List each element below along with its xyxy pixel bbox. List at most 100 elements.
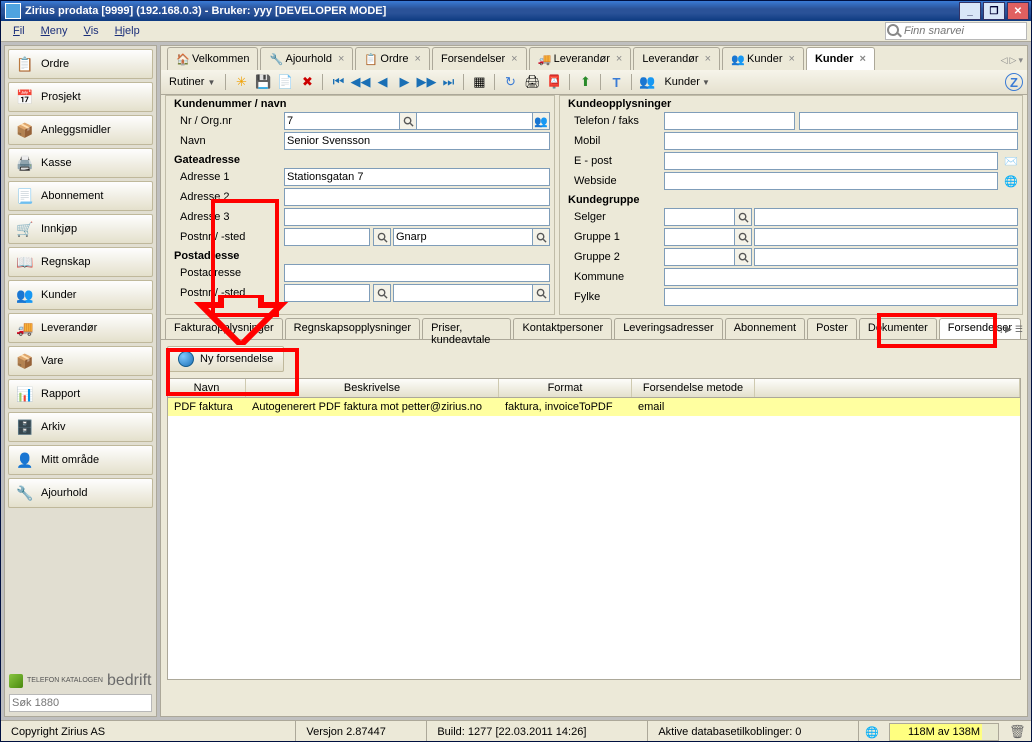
- menu-vis[interactable]: Vis: [76, 23, 107, 39]
- lookup-poststed-icon[interactable]: [532, 228, 550, 246]
- tab-kunder-7[interactable]: Kunder×: [806, 47, 875, 70]
- toolbar-help-icon[interactable]: Z: [1005, 73, 1023, 91]
- input-poststed[interactable]: [396, 229, 530, 245]
- tab-next-icon[interactable]: ▷: [1010, 55, 1017, 66]
- globe-icon[interactable]: 🌐: [1004, 175, 1018, 188]
- input-g2[interactable]: [667, 249, 732, 265]
- minimize-button[interactable]: _: [959, 2, 981, 20]
- input-postnr[interactable]: [287, 229, 367, 245]
- subtab-prev-icon[interactable]: ◁: [995, 324, 1002, 335]
- input-fylke[interactable]: [667, 289, 1015, 305]
- sidebar-item-abonnement[interactable]: 📃Abonnement: [8, 181, 153, 211]
- lookup-nr-icon[interactable]: [399, 112, 417, 130]
- sidebar-item-ordre[interactable]: 📋Ordre: [8, 49, 153, 79]
- toolbar-next-icon[interactable]: ▶▶: [417, 73, 435, 91]
- menu-fil[interactable]: Fil: [5, 23, 33, 39]
- tab-ajourhold-1[interactable]: 🔧Ajourhold×: [260, 47, 353, 70]
- toolbar-first-icon[interactable]: ⏮: [329, 73, 347, 91]
- input-navn[interactable]: [287, 133, 547, 149]
- sidebar-item-ajourhold[interactable]: 🔧Ajourhold: [8, 478, 153, 508]
- sidebar-item-leverandør[interactable]: 🚚Leverandør: [8, 313, 153, 343]
- input-kommune[interactable]: [667, 269, 1015, 285]
- sidebar-item-mitt-område[interactable]: 👤Mitt område: [8, 445, 153, 475]
- input-g1-name[interactable]: [757, 229, 1015, 245]
- table-header[interactable]: Format: [499, 379, 632, 397]
- subtab-kontaktpersoner[interactable]: Kontaktpersoner: [513, 318, 612, 339]
- restore-button[interactable]: ❐: [983, 2, 1005, 20]
- input-selger[interactable]: [667, 209, 732, 225]
- tab-prev-icon[interactable]: ◁: [1001, 55, 1008, 66]
- tab-close-icon[interactable]: ×: [511, 53, 517, 65]
- tab-leverandør-5[interactable]: Leverandør×: [633, 47, 720, 70]
- tab-forsendelser-3[interactable]: Forsendelser×: [432, 47, 527, 70]
- toolbar-new-icon[interactable]: ✳: [232, 73, 250, 91]
- subtab-fakturaopplysninger[interactable]: Fakturaopplysninger: [165, 318, 283, 339]
- subtab-next-icon[interactable]: ▶: [1005, 324, 1012, 335]
- status-trash-icon[interactable]: 🗑: [1009, 724, 1025, 740]
- input-orgnr[interactable]: [419, 113, 530, 129]
- toolbar-users-icon[interactable]: 👥: [638, 73, 656, 91]
- sidebar-item-kunder[interactable]: 👥Kunder: [8, 280, 153, 310]
- input-mobil[interactable]: [667, 133, 1015, 149]
- subtab-abonnement[interactable]: Abonnement: [725, 318, 805, 339]
- input-adr3[interactable]: [287, 209, 547, 225]
- table-header[interactable]: Beskrivelse: [246, 379, 499, 397]
- toolbar-grid-icon[interactable]: ▦: [470, 73, 488, 91]
- toolbar-last-icon[interactable]: ⏭: [439, 73, 457, 91]
- tab-close-icon[interactable]: ×: [859, 53, 865, 65]
- input-nr[interactable]: [287, 113, 397, 129]
- sidebar-item-innkjøp[interactable]: 🛒Innkjøp: [8, 214, 153, 244]
- tab-list-icon[interactable]: ▾: [1018, 55, 1023, 66]
- tab-kunder-6[interactable]: 👥Kunder×: [722, 47, 804, 70]
- lookup-g1-icon[interactable]: [734, 228, 752, 246]
- lookup-selger-icon[interactable]: [734, 208, 752, 226]
- input-adr1[interactable]: [287, 169, 547, 185]
- toolbar-prev-icon[interactable]: ◀◀: [351, 73, 369, 91]
- input-web[interactable]: [667, 173, 995, 189]
- input-selger-name[interactable]: [757, 209, 1015, 225]
- tab-close-icon[interactable]: ×: [705, 53, 711, 65]
- sidebar-search-input[interactable]: [9, 694, 152, 712]
- input-faks[interactable]: [802, 113, 1015, 129]
- input-adr2[interactable]: [287, 189, 547, 205]
- sidebar-item-vare[interactable]: 📦Vare: [8, 346, 153, 376]
- quick-search-input[interactable]: [885, 22, 1027, 40]
- mail-icon[interactable]: ✉️: [1004, 155, 1018, 168]
- contacts-icon[interactable]: 👥: [532, 112, 550, 130]
- toolbar-delete-icon[interactable]: ✖: [298, 73, 316, 91]
- input-g2-name[interactable]: [757, 249, 1015, 265]
- toolbar-kunder-dropdown[interactable]: Kunder▼: [660, 76, 713, 88]
- lookup-postpsted-icon[interactable]: [532, 284, 550, 302]
- toolbar-excel-icon[interactable]: ⬆: [576, 73, 594, 91]
- toolbar-save-icon[interactable]: 💾: [254, 73, 272, 91]
- input-postpsted[interactable]: [396, 285, 530, 301]
- input-postadr[interactable]: [287, 265, 547, 281]
- subtab-regnskapsopplysninger[interactable]: Regnskapsopplysninger: [285, 318, 420, 339]
- subtab-priser-kundeavtale[interactable]: Priser, kundeavtale: [422, 318, 511, 339]
- ny-forsendelse-button[interactable]: Ny forsendelse: [167, 346, 284, 372]
- toolbar-print-icon[interactable]: 🖨: [523, 73, 541, 91]
- tab-velkommen-0[interactable]: 🏠Velkommen: [167, 47, 258, 70]
- sidebar-item-anleggsmidler[interactable]: 📦Anleggsmidler: [8, 115, 153, 145]
- toolbar-fwd-icon[interactable]: ▶: [395, 73, 413, 91]
- lookup-g2-icon[interactable]: [734, 248, 752, 266]
- subtab-list-icon[interactable]: ☰: [1015, 324, 1023, 335]
- tab-ordre-2[interactable]: 📋Ordre×: [355, 47, 430, 70]
- toolbar-rutiner[interactable]: Rutiner ▼: [165, 76, 219, 88]
- status-globe-icon[interactable]: 🌐: [859, 726, 885, 739]
- subtab-poster[interactable]: Poster: [807, 318, 857, 339]
- menu-hjelp[interactable]: Hjelp: [107, 23, 148, 39]
- sidebar-item-kasse[interactable]: 🖨️Kasse: [8, 148, 153, 178]
- toolbar-mail-icon[interactable]: 📮: [545, 73, 563, 91]
- sidebar-item-prosjekt[interactable]: 📅Prosjekt: [8, 82, 153, 112]
- sidebar-item-regnskap[interactable]: 📖Regnskap: [8, 247, 153, 277]
- lookup-postnr-icon[interactable]: [373, 228, 391, 246]
- input-epost[interactable]: [667, 153, 995, 169]
- menu-meny[interactable]: Meny: [33, 23, 76, 39]
- sidebar-item-rapport[interactable]: 📊Rapport: [8, 379, 153, 409]
- sidebar-item-arkiv[interactable]: 🗄️Arkiv: [8, 412, 153, 442]
- input-g1[interactable]: [667, 229, 732, 245]
- tab-close-icon[interactable]: ×: [415, 53, 421, 65]
- close-button[interactable]: ✕: [1007, 2, 1029, 20]
- table-header[interactable]: Forsendelse metode: [632, 379, 755, 397]
